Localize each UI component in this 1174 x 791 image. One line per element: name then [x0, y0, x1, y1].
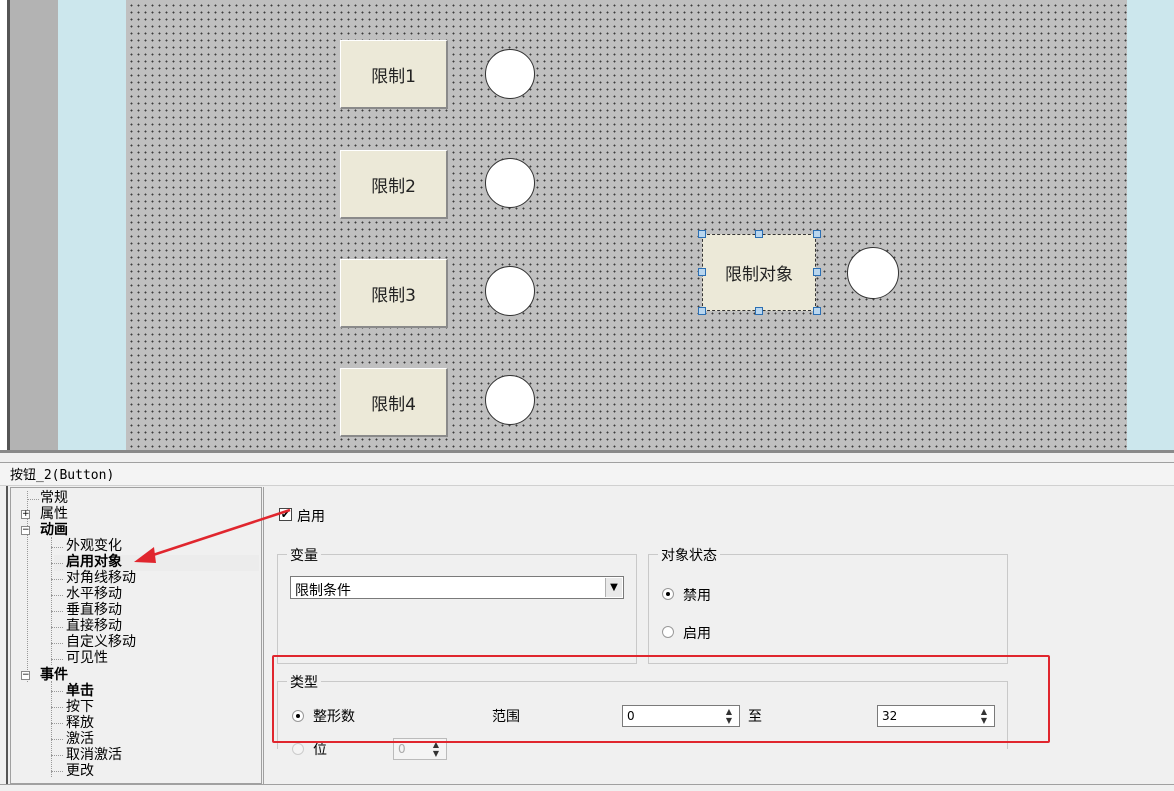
tree-item-press[interactable]: 按下 — [66, 699, 94, 715]
resize-handle-nw[interactable] — [698, 230, 706, 238]
indicator-lamp-4[interactable] — [485, 375, 535, 425]
design-canvas-area: 限制1 限制2 限制3 限制4 限制对象 — [0, 0, 1174, 452]
canvas-margin-right — [1127, 0, 1174, 452]
state-enabled-radio[interactable] — [662, 626, 674, 638]
resize-handle-se[interactable] — [813, 307, 821, 315]
tree-item-general[interactable]: 常规 — [40, 490, 68, 506]
resize-handle-s[interactable] — [755, 307, 763, 315]
resize-handle-w[interactable] — [698, 268, 706, 276]
tree-item-appearance[interactable]: 外观变化 — [66, 538, 122, 554]
tree-item-direct-move[interactable]: 直接移动 — [66, 618, 122, 634]
resize-handle-sw[interactable] — [698, 307, 706, 315]
indicator-lamp-1[interactable] — [485, 49, 535, 99]
object-state-group — [648, 554, 1008, 664]
tree-item-enable-object[interactable]: 启用对象 — [66, 554, 122, 570]
indicator-lamp-3[interactable] — [485, 266, 535, 316]
screen-grid[interactable] — [126, 0, 1127, 452]
tree-item-change[interactable]: 更改 — [66, 763, 94, 779]
variable-dropdown[interactable]: 限制条件 ▼ — [290, 576, 624, 599]
tree-item-click[interactable]: 单击 — [66, 683, 94, 699]
annotation-highlight-box — [272, 655, 1050, 743]
tree-item-custom-move[interactable]: 自定义移动 — [66, 634, 136, 650]
dropdown-arrow-icon[interactable]: ▼ — [605, 578, 622, 597]
collapse-icon[interactable]: − — [21, 671, 30, 680]
indicator-lamp-target[interactable] — [847, 247, 899, 299]
tree-item-animation[interactable]: 动画 — [40, 522, 68, 538]
variable-dropdown-value: 限制条件 — [295, 583, 351, 599]
canvas-button-label: 限制2 — [371, 176, 416, 197]
splitter[interactable] — [0, 450, 1174, 453]
canvas-button-limit-3[interactable]: 限制3 — [340, 259, 448, 328]
state-disabled-radio[interactable] — [662, 588, 674, 600]
tree-item-properties[interactable]: 属性 — [40, 506, 68, 522]
resize-handle-ne[interactable] — [813, 230, 821, 238]
canvas-button-limit-1[interactable]: 限制1 — [340, 40, 448, 109]
variable-group-title: 变量 — [287, 545, 321, 565]
indicator-lamp-2[interactable] — [485, 158, 535, 208]
panel-left-border — [6, 486, 8, 791]
status-strip — [0, 784, 1174, 791]
collapse-icon[interactable]: − — [21, 526, 30, 535]
enable-checkbox[interactable]: ✔ — [279, 508, 292, 521]
variable-group — [277, 554, 637, 664]
enable-label: 启用 — [297, 509, 325, 525]
canvas-gray-strip — [10, 0, 58, 452]
tree-item-diagonal-move[interactable]: 对角线移动 — [66, 570, 136, 586]
properties-title-bar — [0, 462, 1174, 486]
tree-item-vertical-move[interactable]: 垂直移动 — [66, 602, 122, 618]
tree-item-activate[interactable]: 激活 — [66, 731, 94, 747]
properties-title: 按钮_2(Button) — [10, 468, 115, 483]
resize-handle-e[interactable] — [813, 268, 821, 276]
bit-value: 0 — [398, 742, 406, 756]
tree-item-events[interactable]: 事件 — [40, 667, 68, 683]
canvas-button-limit-4[interactable]: 限制4 — [340, 368, 448, 437]
tree-item-horizontal-move[interactable]: 水平移动 — [66, 586, 122, 602]
object-state-group-title: 对象状态 — [658, 545, 720, 565]
tree-item-deactivate[interactable]: 取消激活 — [66, 747, 122, 763]
canvas-button-limit-2[interactable]: 限制2 — [340, 150, 448, 219]
canvas-margin-left — [58, 0, 126, 452]
state-enabled-label: 启用 — [683, 626, 711, 642]
tree-item-release[interactable]: 释放 — [66, 715, 94, 731]
canvas-button-label: 限制4 — [371, 394, 416, 415]
type-bit-radio[interactable] — [292, 743, 304, 755]
canvas-button-label: 限制3 — [371, 285, 416, 306]
canvas-button-limit-target[interactable]: 限制对象 — [702, 234, 816, 311]
resize-handle-n[interactable] — [755, 230, 763, 238]
state-disabled-label: 禁用 — [683, 588, 711, 604]
left-window-edge — [0, 0, 10, 452]
tree-item-visibility[interactable]: 可见性 — [66, 650, 108, 666]
canvas-button-label: 限制1 — [371, 66, 416, 87]
canvas-button-label: 限制对象 — [725, 265, 793, 285]
expand-icon[interactable]: + — [21, 510, 30, 519]
